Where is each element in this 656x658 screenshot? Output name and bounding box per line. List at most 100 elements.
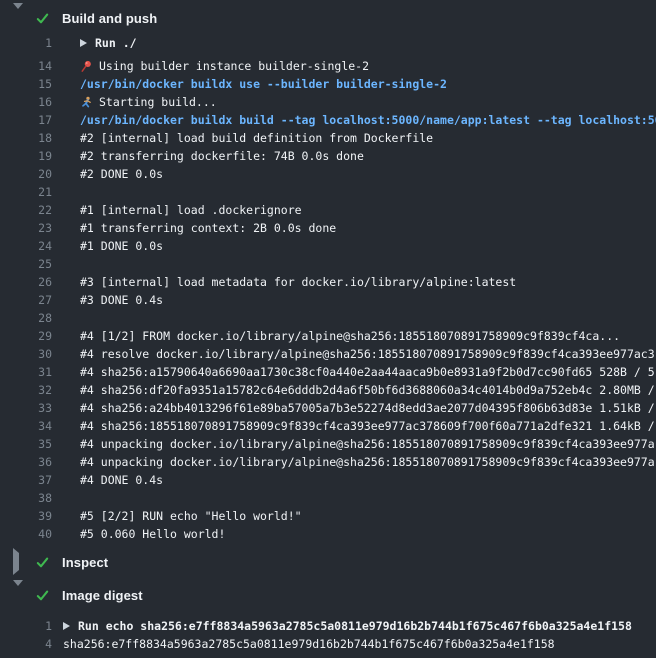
line-number[interactable]: 32 xyxy=(0,383,52,397)
log-line: 17/usr/bin/docker buildx build --tag loc… xyxy=(0,111,656,129)
line-number[interactable]: 1 xyxy=(0,619,52,633)
log-line: 1 Run echo sha256:e7ff8834a5963a2785c5a08… xyxy=(0,617,656,635)
line-number[interactable]: 18 xyxy=(0,131,52,145)
line-number[interactable]: 19 xyxy=(0,149,52,163)
log-text: #3 DONE 0.4s xyxy=(80,293,656,307)
log-line: 28 xyxy=(0,309,656,327)
line-number[interactable]: 39 xyxy=(0,509,52,523)
line-number[interactable]: 33 xyxy=(0,401,52,415)
check-icon xyxy=(34,587,50,603)
log-line: 23 #1 transferring context: 2B 0.0s done xyxy=(0,219,656,237)
log-line: 24 #1 DONE 0.0s xyxy=(0,237,656,255)
log-text: #5 [2/2] RUN echo "Hello world!" xyxy=(80,509,656,523)
log-line: 36 #4 unpacking docker.io/library/alpine@… xyxy=(0,453,656,471)
log-line: 20 #2 DONE 0.0s xyxy=(0,165,656,183)
line-number[interactable]: 1 xyxy=(0,36,52,50)
log-line: 33 #4 sha256:a24bb4013296f61e89ba57005a7b… xyxy=(0,399,656,417)
log-command-text: /usr/bin/docker buildx build --tag local… xyxy=(80,113,656,127)
log-line: 18 #2 [internal] load build definition fr… xyxy=(0,129,656,147)
expand-toggle-icon[interactable] xyxy=(80,39,87,47)
line-number[interactable]: 36 xyxy=(0,455,52,469)
log-line: 25 xyxy=(0,255,656,273)
line-number[interactable]: 17 xyxy=(0,113,52,127)
log-text: Starting build... xyxy=(99,95,217,109)
line-number[interactable]: 24 xyxy=(0,239,52,253)
log-text: Run echo sha256:e7ff8834a5963a2785c5a081… xyxy=(63,619,656,633)
log-text: #2 DONE 0.0s xyxy=(80,167,656,181)
line-number[interactable]: 4 xyxy=(0,637,52,651)
check-icon xyxy=(34,554,50,570)
line-number[interactable]: 31 xyxy=(0,365,52,379)
log-line: 39 #5 [2/2] RUN echo "Hello world!" xyxy=(0,507,656,525)
log-line: 31 #4 sha256:a15790640a6690aa1730c38cf0a4… xyxy=(0,363,656,381)
run-command-text: Run ./ xyxy=(95,36,137,50)
line-number[interactable]: 14 xyxy=(0,59,52,73)
log-line: 14 Using builder instance builder-single-… xyxy=(0,57,656,75)
log-text: #4 sha256:185518070891758909c9f839cf4ca3… xyxy=(80,419,656,433)
log-line: 35 #4 unpacking docker.io/library/alpine@… xyxy=(0,435,656,453)
log-text: #4 sha256:a24bb4013296f61e89ba57005a7b3e… xyxy=(80,401,656,415)
line-number[interactable]: 29 xyxy=(0,329,52,343)
line-number[interactable]: 20 xyxy=(0,167,52,181)
chevron-down-icon[interactable] xyxy=(13,9,25,27)
log-text: Using builder instance builder-single-2 xyxy=(80,59,656,73)
log-text: #4 DONE 0.4s xyxy=(80,473,656,487)
log-lines: 1 Run ./ 14 Using builder instance builder-… xyxy=(0,34,656,543)
line-number[interactable]: 25 xyxy=(0,257,52,271)
line-number[interactable]: 35 xyxy=(0,437,52,451)
log-line: 19 #2 transferring dockerfile: 74B 0.0s d… xyxy=(0,147,656,165)
log-line: 21 xyxy=(0,183,656,201)
log-text: #1 [internal] load .dockerignore xyxy=(80,203,656,217)
line-number[interactable]: 38 xyxy=(0,491,52,505)
log-text: #2 transferring dockerfile: 74B 0.0s don… xyxy=(80,149,656,163)
log-text: #4 unpacking docker.io/library/alpine@sh… xyxy=(80,437,656,451)
runner-icon xyxy=(80,96,93,109)
log-line: 30 #4 resolve docker.io/library/alpine@sh… xyxy=(0,345,656,363)
log-text: #4 sha256:a15790640a6690aa1730c38cf0a440… xyxy=(80,365,656,379)
pushpin-icon xyxy=(80,60,93,73)
log-text: #1 DONE 0.0s xyxy=(80,239,656,253)
chevron-down-icon xyxy=(13,580,23,603)
log-line: 15/usr/bin/docker buildx use --builder b… xyxy=(0,75,656,93)
log-text: #1 transferring context: 2B 0.0s done xyxy=(80,221,656,235)
line-number[interactable]: 26 xyxy=(0,275,52,289)
line-number[interactable]: 37 xyxy=(0,473,52,487)
line-number[interactable]: 40 xyxy=(0,527,52,541)
log-text: Run ./ xyxy=(80,36,656,50)
line-number[interactable]: 28 xyxy=(0,311,52,325)
log-text: Starting build... xyxy=(80,95,656,109)
line-number[interactable]: 34 xyxy=(0,419,52,433)
chevron-down-icon[interactable] xyxy=(13,586,25,604)
chevron-right-icon[interactable] xyxy=(13,553,25,571)
log-lines: 1 Run echo sha256:e7ff8834a5963a2785c5a08… xyxy=(0,617,656,653)
section-build-and-push: Build and push 1 Run ./ 14 Using builder ins… xyxy=(0,8,656,543)
line-number[interactable]: 15 xyxy=(0,77,52,91)
section-header-build-and-push[interactable]: Build and push xyxy=(0,8,656,28)
log-text: #4 resolve docker.io/library/alpine@sha2… xyxy=(80,347,656,361)
section-title: Inspect xyxy=(62,555,108,570)
log-line: 26 #3 [internal] load metadata for docker… xyxy=(0,273,656,291)
log-viewer: Build and push1Run ./14Using builder ins… xyxy=(0,0,656,658)
log-text: #4 unpacking docker.io/library/alpine@sh… xyxy=(80,455,656,469)
section-title: Build and push xyxy=(62,11,157,26)
log-line: 29#4 [1/2] FROM docker.io/library/alpine… xyxy=(0,327,656,345)
section-header-image-digest[interactable]: Image digest xyxy=(0,585,656,605)
log-text: #3 [internal] load metadata for docker.i… xyxy=(80,275,656,289)
section-inspect: Inspect xyxy=(0,552,656,572)
line-number[interactable]: 23 xyxy=(0,221,52,235)
log-line: 37 #4 DONE 0.4s xyxy=(0,471,656,489)
run-command-text: Run echo sha256:e7ff8834a5963a2785c5a081… xyxy=(78,619,632,633)
log-line: 4sha256:e7ff8834a5963a2785c5a0811e979d16… xyxy=(0,635,656,653)
expand-toggle-icon[interactable] xyxy=(63,622,70,630)
line-number[interactable]: 21 xyxy=(0,185,52,199)
log-line: 38 xyxy=(0,489,656,507)
line-number[interactable]: 16 xyxy=(0,95,52,109)
section-header-inspect[interactable]: Inspect xyxy=(0,552,656,572)
log-line: 1 Run ./ xyxy=(0,34,656,52)
log-text: #2 [internal] load build definition from… xyxy=(80,131,656,145)
line-number[interactable]: 30 xyxy=(0,347,52,361)
log-line: 40#5 0.060 Hello world! xyxy=(0,525,656,543)
line-number[interactable]: 22 xyxy=(0,203,52,217)
line-number[interactable]: 27 xyxy=(0,293,52,307)
log-line: 27 #3 DONE 0.4s xyxy=(0,291,656,309)
